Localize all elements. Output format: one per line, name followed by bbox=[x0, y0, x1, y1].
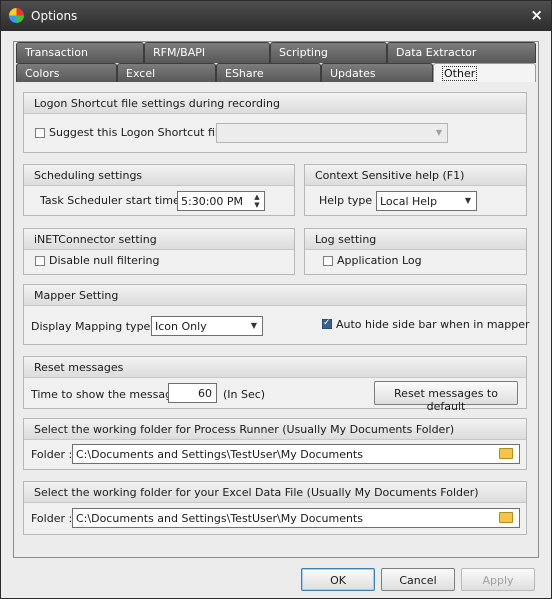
tab-label: EShare bbox=[225, 67, 264, 80]
tab-label: RFM/BAPI bbox=[153, 46, 206, 59]
in-seconds-label: (In Sec) bbox=[223, 388, 266, 401]
other-tab-panel: Logon Shortcut file settings during reco… bbox=[23, 92, 530, 547]
display-mapping-select[interactable]: Icon Only ▼ bbox=[151, 316, 263, 336]
group-header: iNETConnector setting bbox=[24, 229, 294, 250]
group-header: Reset messages bbox=[24, 357, 526, 378]
tab-label: Scripting bbox=[279, 46, 328, 59]
chevron-down-icon: ▼ bbox=[250, 321, 257, 330]
display-mapping-label: Display Mapping type : bbox=[31, 320, 158, 333]
tab-scripting[interactable]: Scripting bbox=[270, 42, 387, 63]
suggest-logon-checkbox[interactable] bbox=[35, 128, 45, 138]
tab-transaction[interactable]: Transaction bbox=[16, 42, 144, 63]
title-bar: Options × bbox=[1, 1, 551, 31]
tab-data-extractor[interactable]: Data Extractor bbox=[387, 42, 536, 63]
application-log-checkbox[interactable] bbox=[323, 256, 333, 266]
logon-shortcut-group: Logon Shortcut file settings during reco… bbox=[23, 92, 527, 153]
tab-label: Excel bbox=[126, 67, 156, 80]
log-setting-group: Log setting Application Log bbox=[304, 228, 527, 275]
tab-label: Other bbox=[442, 66, 478, 81]
suggest-logon-label: Suggest this Logon Shortcut file : bbox=[49, 126, 232, 139]
auto-hide-sidebar-label: Auto hide side bar when in mapper bbox=[336, 318, 530, 331]
close-icon[interactable]: × bbox=[530, 6, 543, 24]
time-value: 5:30:00 PM bbox=[181, 195, 244, 208]
inetconnector-group: iNETConnector setting Disable null filte… bbox=[23, 228, 295, 275]
chevron-down-icon: ▼ bbox=[464, 196, 471, 205]
group-header: Select the working folder for Process Ru… bbox=[24, 419, 526, 440]
folder-label: Folder : bbox=[31, 448, 73, 461]
group-header: Logon Shortcut file settings during reco… bbox=[24, 93, 526, 114]
select-value: Local Help bbox=[380, 195, 438, 208]
disable-null-filtering-checkbox[interactable] bbox=[35, 256, 45, 266]
folder-browse-icon[interactable] bbox=[499, 448, 513, 459]
app-logo-icon bbox=[9, 8, 24, 23]
context-help-group: Context Sensitive help (F1) Help type : … bbox=[304, 164, 527, 216]
group-header: Select the working folder for your Excel… bbox=[24, 482, 526, 503]
disable-null-filtering-label: Disable null filtering bbox=[49, 254, 160, 267]
process-runner-folder-input[interactable]: C:\Documents and Settings\TestUser\My Do… bbox=[72, 444, 520, 464]
folder-browse-icon[interactable] bbox=[499, 512, 513, 523]
folder-label: Folder : bbox=[31, 512, 73, 525]
time-to-show-input[interactable]: 60 bbox=[168, 383, 217, 403]
folder-path: C:\Documents and Settings\TestUser\My Do… bbox=[76, 512, 363, 525]
folder-path: C:\Documents and Settings\TestUser\My Do… bbox=[76, 448, 363, 461]
auto-hide-sidebar-checkbox[interactable] bbox=[322, 318, 332, 329]
tab-label: Transaction bbox=[25, 46, 88, 59]
window-title: Options bbox=[31, 9, 78, 23]
select-value: Icon Only bbox=[155, 320, 207, 333]
reset-messages-group: Reset messages Time to show the message … bbox=[23, 356, 527, 413]
tab-other[interactable]: Other bbox=[433, 63, 536, 82]
scheduling-group: Scheduling settings Task Scheduler start… bbox=[23, 164, 295, 216]
mapper-setting-group: Mapper Setting Display Mapping type : Ic… bbox=[23, 284, 530, 345]
apply-button[interactable]: Apply bbox=[461, 568, 535, 591]
ok-button[interactable]: OK bbox=[301, 568, 375, 591]
tab-eshare[interactable]: EShare bbox=[216, 63, 321, 82]
tab-rfm-bapi[interactable]: RFM/BAPI bbox=[144, 42, 270, 63]
tab-excel[interactable]: Excel bbox=[117, 63, 216, 82]
excel-folder-input[interactable]: C:\Documents and Settings\TestUser\My Do… bbox=[72, 508, 520, 528]
excel-folder-group: Select the working folder for your Excel… bbox=[23, 481, 527, 535]
options-window: Options × Transaction RFM/BAPI Scripting… bbox=[0, 0, 552, 599]
spinner-arrows-icon[interactable]: ▲ ▼ bbox=[252, 193, 262, 209]
task-scheduler-label: Task Scheduler start time : bbox=[40, 194, 187, 207]
group-header: Scheduling settings bbox=[24, 165, 294, 186]
task-scheduler-time-input[interactable]: 5:30:00 PM ▲ ▼ bbox=[177, 191, 265, 211]
application-log-label: Application Log bbox=[337, 254, 422, 267]
group-header: Mapper Setting bbox=[24, 285, 526, 306]
logon-shortcut-select[interactable]: ▼ bbox=[216, 123, 448, 143]
reset-messages-button[interactable]: Reset messages to default bbox=[374, 381, 518, 413]
tab-colors[interactable]: Colors bbox=[16, 63, 117, 82]
tab-label: Data Extractor bbox=[396, 46, 477, 59]
group-header: Log setting bbox=[305, 229, 526, 250]
chevron-down-icon: ▼ bbox=[435, 128, 442, 137]
help-type-label: Help type : bbox=[319, 194, 380, 207]
process-runner-folder-group: Select the working folder for Process Ru… bbox=[23, 418, 527, 470]
tab-control: Transaction RFM/BAPI Scripting Data Extr… bbox=[13, 41, 539, 558]
tab-updates[interactable]: Updates bbox=[321, 63, 433, 82]
tab-label: Colors bbox=[25, 67, 60, 80]
help-type-select[interactable]: Local Help ▼ bbox=[376, 191, 477, 211]
cancel-button[interactable]: Cancel bbox=[381, 568, 455, 591]
time-to-show-label: Time to show the message bbox=[31, 388, 179, 401]
group-header: Context Sensitive help (F1) bbox=[305, 165, 526, 186]
tab-label: Updates bbox=[330, 67, 376, 80]
